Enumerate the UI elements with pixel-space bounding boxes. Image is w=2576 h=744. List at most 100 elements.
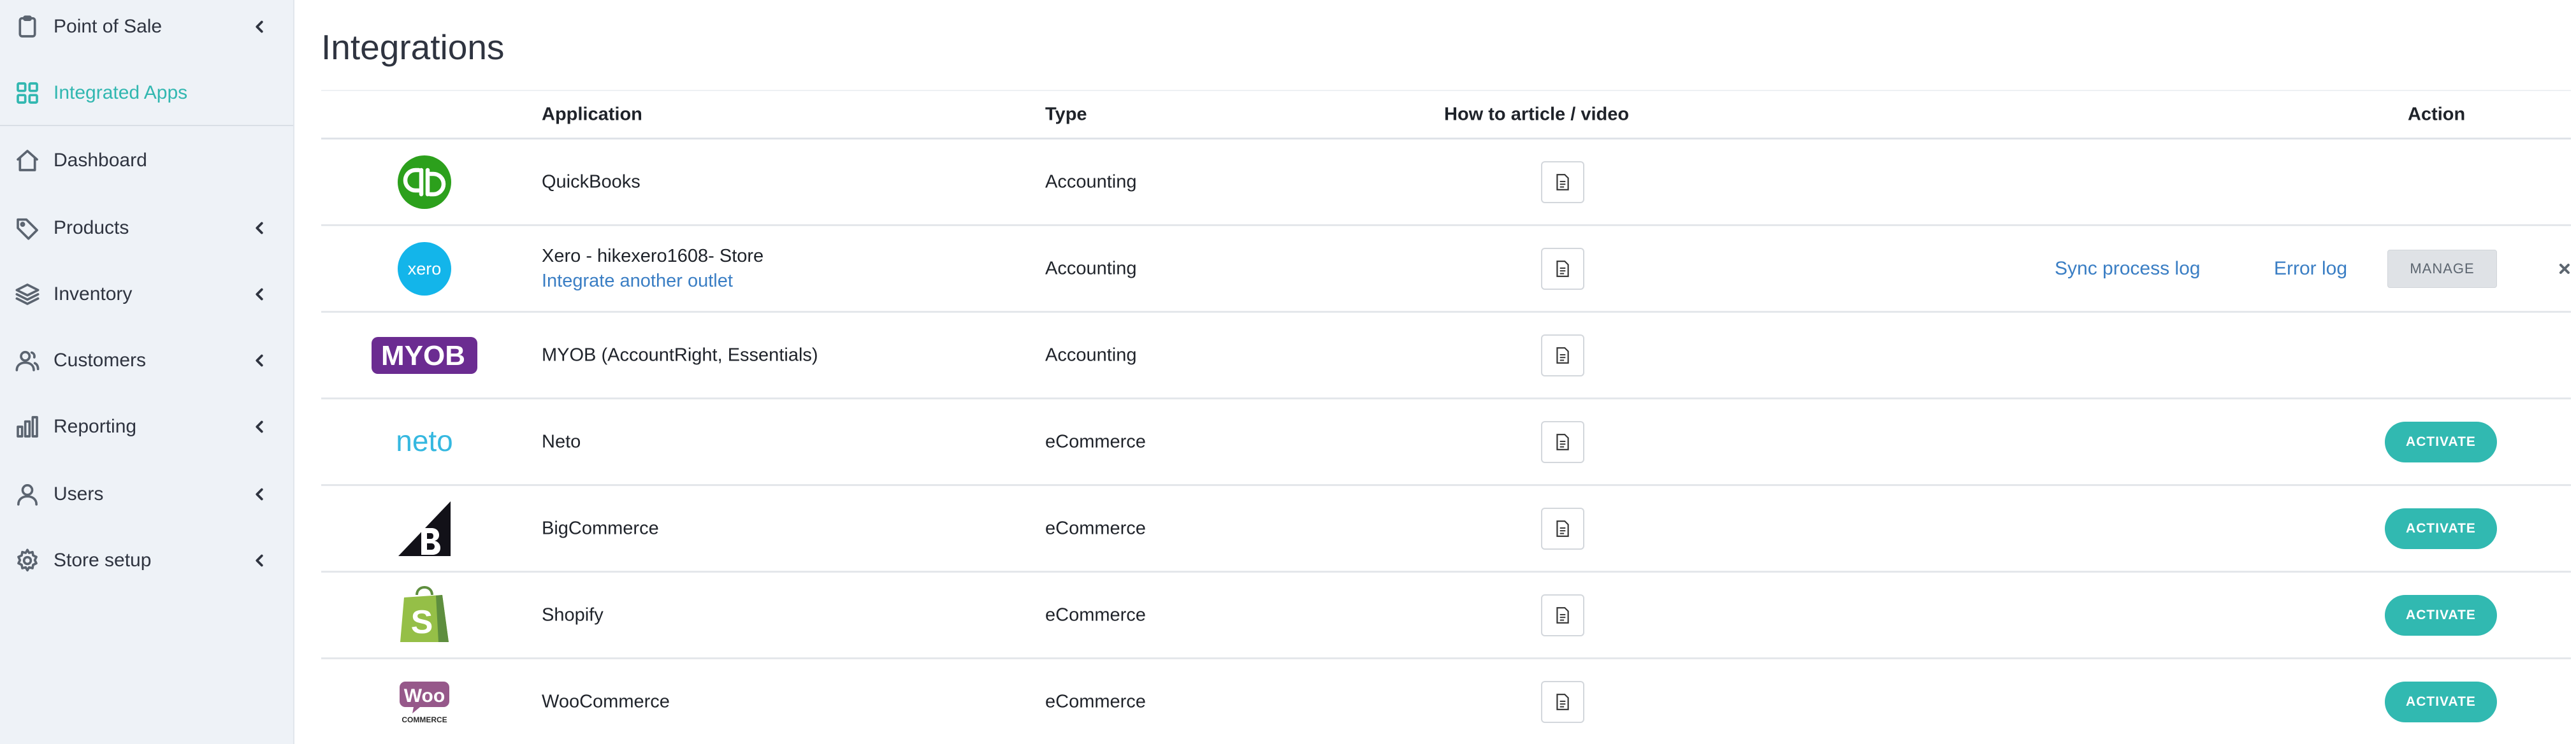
article-button[interactable] <box>1541 247 1584 290</box>
svg-text:xero: xero <box>408 259 442 278</box>
integrate-another-outlet-link[interactable]: Integrate another outlet <box>542 271 763 292</box>
article-button[interactable] <box>1541 680 1584 723</box>
sidebar-item-label: Inventory <box>54 283 133 304</box>
bar-chart-icon <box>14 413 41 440</box>
sidebar: Point of Sale Integrated Apps Dashboard … <box>0 0 294 744</box>
column-header-type: Type <box>1045 104 1087 124</box>
tag-icon <box>14 215 41 241</box>
document-icon <box>1556 347 1569 364</box>
article-button[interactable] <box>1541 594 1584 636</box>
activate-button[interactable]: ACTIVATE <box>2385 681 2497 722</box>
application-name: WooCommerce <box>542 691 670 712</box>
chevron-left-icon <box>250 485 269 504</box>
sidebar-item-store-setup[interactable]: Store setup <box>0 529 293 592</box>
activate-button[interactable]: ACTIVATE <box>2385 421 2497 462</box>
application-name: Neto <box>542 431 581 452</box>
sidebar-item-inventory[interactable]: Inventory <box>0 262 293 326</box>
shopify-logo: S <box>398 585 451 645</box>
home-icon <box>14 147 41 174</box>
article-button[interactable] <box>1541 420 1584 463</box>
column-header-howto: How to article / video <box>1444 104 1630 124</box>
document-icon <box>1556 693 1569 710</box>
clipboard-icon <box>14 13 41 40</box>
sidebar-item-integrated-apps[interactable]: Integrated Apps <box>0 61 293 125</box>
document-icon <box>1556 260 1569 277</box>
manage-button[interactable]: MANAGE <box>2387 249 2497 288</box>
sidebar-item-label: Store setup <box>54 550 152 571</box>
document-icon <box>1556 520 1569 537</box>
neto-logo: neto <box>370 423 479 461</box>
document-icon <box>1556 606 1569 624</box>
application-type: eCommerce <box>1045 518 1146 538</box>
sidebar-divider <box>0 125 293 126</box>
table-row: BigCommerce eCommerce ACTIVATE <box>321 486 2571 573</box>
svg-text:Woo: Woo <box>404 685 445 706</box>
application-name: Xero - hikexero1608- Store <box>542 245 764 266</box>
sidebar-item-products[interactable]: Products <box>0 196 293 260</box>
application-name: QuickBooks <box>542 171 640 192</box>
main-content: Integrations Application Type How to art… <box>296 0 2576 744</box>
woocommerce-logo: Woo COMMERCE <box>397 679 452 725</box>
table-row: MYOB MYOB (AccountRight, Essentials) Acc… <box>321 313 2571 399</box>
sidebar-item-dashboard[interactable]: Dashboard <box>0 129 293 192</box>
sidebar-item-label: Dashboard <box>54 150 147 171</box>
table-row: neto Neto eCommerce ACTIVATE <box>321 399 2571 486</box>
sidebar-item-label: Customers <box>54 350 147 371</box>
table-row: S Shopify eCommerce ACTIVATE <box>321 573 2571 659</box>
chevron-left-icon <box>250 417 269 436</box>
application-type: Accounting <box>1045 171 1137 192</box>
activate-button[interactable]: ACTIVATE <box>2385 508 2497 549</box>
application-type: eCommerce <box>1045 691 1146 712</box>
chevron-left-icon <box>250 218 269 238</box>
chevron-left-icon <box>250 285 269 304</box>
activate-button[interactable]: ACTIVATE <box>2385 594 2497 636</box>
application-type: Accounting <box>1045 345 1137 365</box>
close-icon[interactable] <box>2557 261 2572 276</box>
user-icon <box>14 481 41 508</box>
bigcommerce-logo <box>396 500 453 557</box>
column-header-application: Application <box>542 104 642 124</box>
document-icon <box>1556 173 1569 190</box>
sync-process-log-link[interactable]: Sync process log <box>2055 258 2200 280</box>
svg-text:neto: neto <box>396 424 453 457</box>
sidebar-item-label: Point of Sale <box>54 16 163 37</box>
application-type: eCommerce <box>1045 604 1146 625</box>
application-cell: Xero - hikexero1608- Store Integrate ano… <box>542 246 763 292</box>
sidebar-item-label: Integrated Apps <box>54 82 188 103</box>
table-header: Application Type How to article / video … <box>321 91 2571 140</box>
table-row: Woo COMMERCE WooCommerce eCommerce ACTIV… <box>321 659 2571 744</box>
application-type: Accounting <box>1045 258 1137 278</box>
chevron-left-icon <box>250 17 269 36</box>
sidebar-item-reporting[interactable]: Reporting <box>0 395 293 459</box>
chevron-left-icon <box>250 351 269 370</box>
article-button[interactable] <box>1541 161 1584 203</box>
sidebar-item-label: Users <box>54 483 104 504</box>
application-name: MYOB (AccountRight, Essentials) <box>542 345 818 365</box>
myob-logo: MYOB <box>370 336 479 375</box>
grid-icon <box>14 80 41 106</box>
application-name: BigCommerce <box>542 518 659 538</box>
article-button[interactable] <box>1541 507 1584 550</box>
svg-text:MYOB: MYOB <box>381 340 465 371</box>
svg-text:S: S <box>411 604 433 641</box>
application-name: Shopify <box>542 604 604 625</box>
sidebar-item-point-of-sale[interactable]: Point of Sale <box>0 0 293 59</box>
column-header-action: Action <box>2408 104 2466 124</box>
table-row: QuickBooks Accounting <box>321 140 2571 226</box>
application-type: eCommerce <box>1045 431 1146 452</box>
sidebar-item-label: Reporting <box>54 416 137 437</box>
article-button[interactable] <box>1541 334 1584 376</box>
table-row: xero Xero - hikexero1608- Store Integrat… <box>321 226 2571 313</box>
quickbooks-logo <box>397 155 452 210</box>
sidebar-item-customers[interactable]: Customers <box>0 329 293 392</box>
integrations-table: Application Type How to article / video … <box>321 91 2571 744</box>
error-log-link[interactable]: Error log <box>2274 258 2347 280</box>
document-icon <box>1556 433 1569 450</box>
page-title: Integrations <box>321 27 505 67</box>
sidebar-item-label: Products <box>54 217 129 238</box>
layers-icon <box>14 281 41 308</box>
gear-icon <box>14 547 41 574</box>
xero-logo: xero <box>397 241 452 296</box>
sidebar-item-users[interactable]: Users <box>0 462 293 526</box>
chevron-left-icon <box>250 551 269 570</box>
